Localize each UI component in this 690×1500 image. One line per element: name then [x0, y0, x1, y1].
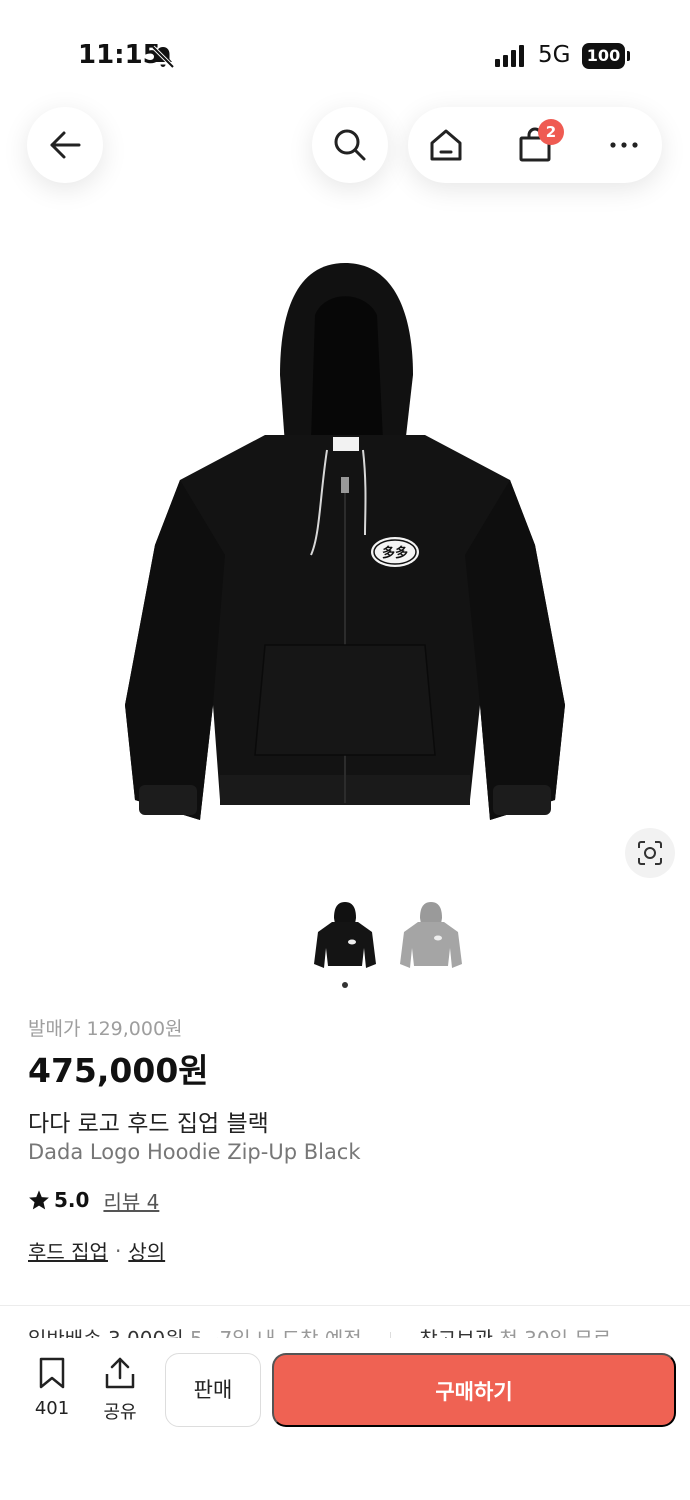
bell-muted-icon: [151, 45, 175, 69]
rating-row: 5.0 리뷰 4: [28, 1186, 159, 1214]
category-link-hoodie-zipup[interactable]: 후드 집업: [28, 1236, 108, 1265]
bookmark-count: 401: [34, 1398, 70, 1419]
status-time: 11:15: [78, 40, 161, 70]
image-search-button[interactable]: [625, 828, 675, 878]
back-button[interactable]: [27, 107, 103, 183]
section-divider: [0, 1305, 690, 1306]
star-icon: [29, 1190, 49, 1210]
status-bar: 11:15 5G 100: [0, 0, 690, 110]
bookmark-icon: [39, 1357, 65, 1389]
back-arrow-icon: [50, 131, 81, 159]
thumbnail-gray[interactable]: [396, 898, 466, 972]
lens-scan-icon: [638, 841, 662, 865]
review-link[interactable]: 리뷰 4: [103, 1186, 159, 1215]
color-thumbnails: [310, 898, 470, 978]
network-type: 5G: [538, 42, 571, 68]
category-breadcrumb: 후드 집업 · 상의: [28, 1236, 165, 1265]
nav-actions-group: 2: [408, 107, 662, 183]
product-name-korean: 다다 로고 후드 집업 블랙: [28, 1111, 269, 1137]
category-separator: ·: [114, 1238, 122, 1263]
search-button[interactable]: [312, 107, 388, 183]
bottom-action-bar: 401 공유 판매 구매하기: [0, 1338, 690, 1500]
more-icon: [610, 142, 638, 148]
home-button[interactable]: [427, 126, 465, 164]
current-price: 475,000원: [28, 1051, 209, 1090]
battery-icon: 100: [582, 43, 630, 69]
logo-text: 多多: [382, 545, 408, 561]
buy-button[interactable]: 구매하기: [272, 1353, 676, 1427]
product-name-english: Dada Logo Hoodie Zip-Up Black: [28, 1140, 361, 1164]
battery-level: 100: [582, 43, 625, 69]
share-label: 공유: [103, 1402, 137, 1423]
more-button[interactable]: [605, 126, 643, 164]
home-icon: [430, 129, 462, 161]
cart-count-badge: 2: [538, 119, 564, 145]
sell-button[interactable]: 판매: [165, 1353, 261, 1427]
release-price: 발매가 129,000원: [28, 1018, 183, 1040]
search-icon: [334, 129, 366, 161]
image-page-indicator: [342, 982, 348, 988]
signal-icon: [495, 45, 524, 67]
share-icon: [105, 1357, 135, 1389]
bookmark-button[interactable]: 401: [30, 1356, 74, 1419]
category-link-tops[interactable]: 상의: [128, 1236, 165, 1265]
share-button[interactable]: 공유: [100, 1356, 140, 1424]
thumbnail-black[interactable]: [310, 898, 380, 972]
rating-value: 5.0: [54, 1188, 90, 1212]
product-image[interactable]: 多多: [115, 255, 575, 835]
